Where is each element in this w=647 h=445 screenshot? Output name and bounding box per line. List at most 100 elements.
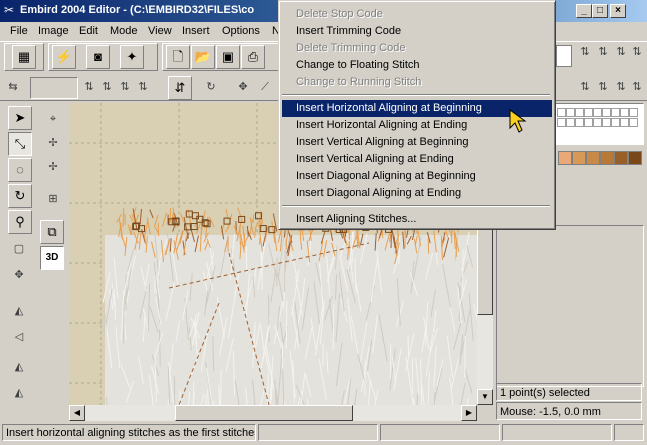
lasso-icon[interactable]: ◌ <box>8 158 32 182</box>
scale-icon[interactable]: ✥ <box>236 80 250 94</box>
menu-separator <box>282 205 550 207</box>
maximize-button[interactable]: □ <box>592 4 608 18</box>
app-icon[interactable]: ✂ <box>4 4 16 16</box>
palette-cell[interactable] <box>620 118 629 127</box>
new-file-icon[interactable]: 🗋 <box>166 45 190 69</box>
select-arrow-icon[interactable]: ➤ <box>8 106 32 130</box>
palette-cell[interactable] <box>611 108 620 117</box>
arrow-icon[interactable]: ⇅ <box>614 45 628 59</box>
palette-cell[interactable] <box>557 108 566 117</box>
palette-cell[interactable] <box>629 118 638 127</box>
toolbar-import: ⚡ ◙ ✦ <box>48 43 158 71</box>
arrow-icon[interactable]: ⇅ <box>630 45 644 59</box>
frame-icon[interactable]: ⧉ <box>40 220 64 244</box>
arrow-icon[interactable]: ⇅ <box>630 80 644 94</box>
nudge-icon[interactable]: ⇅ <box>118 80 132 94</box>
save-icon[interactable]: ▣ <box>216 45 240 69</box>
camera-icon[interactable]: ◙ <box>86 45 110 69</box>
print-icon[interactable]: ⎙ <box>241 45 265 69</box>
palette-cell[interactable] <box>602 108 611 117</box>
palette-cell[interactable] <box>620 108 629 117</box>
menu-image[interactable]: Image <box>38 25 69 37</box>
palette-cell[interactable] <box>593 118 602 127</box>
menu-item-vert-end[interactable]: Insert Vertical Aligning at Ending <box>282 151 552 168</box>
skew-icon[interactable]: ⟋ <box>258 80 272 94</box>
horizontal-scroll-thumb[interactable] <box>175 405 353 421</box>
hoop-icon[interactable]: ▦ <box>12 45 36 69</box>
path-tool-icon[interactable]: ⤡ <box>8 132 32 156</box>
menu-item-diag-end[interactable]: Insert Diagonal Aligning at Ending <box>282 185 552 202</box>
mirror-icon[interactable]: ◭ <box>12 304 26 318</box>
scroll-down-icon[interactable]: ▼ <box>477 389 493 405</box>
properties-pane <box>496 225 644 387</box>
color-swatch[interactable] <box>614 151 628 165</box>
menu-options[interactable]: Options <box>222 25 260 37</box>
nudge-icon[interactable]: ⇆ <box>6 80 20 94</box>
open-folder-icon[interactable]: 📂 <box>191 45 215 69</box>
field-stub[interactable] <box>556 45 572 67</box>
palette-cell[interactable] <box>575 108 584 117</box>
rotate-icon[interactable]: ↻ <box>204 80 218 94</box>
menu-file[interactable]: File <box>10 25 28 37</box>
palette-cell[interactable] <box>584 108 593 117</box>
palette-cell[interactable] <box>566 108 575 117</box>
arrow-icon[interactable]: ⇅ <box>578 80 592 94</box>
crosshair-icon[interactable]: ✢ <box>46 136 60 150</box>
scroll-left-icon[interactable]: ◀ <box>69 405 85 421</box>
arrow-icon[interactable]: ⇅ <box>596 45 610 59</box>
palette-cell[interactable] <box>584 118 593 127</box>
nudge-icon[interactable]: ⇅ <box>100 80 114 94</box>
palette-cell[interactable] <box>575 118 584 127</box>
menu-item-diag-begin[interactable]: Insert Diagonal Aligning at Beginning <box>282 168 552 185</box>
color-swatch[interactable] <box>600 151 614 165</box>
flip-icon[interactable]: ⇵ <box>168 76 192 100</box>
menu-item-change-running[interactable]: Change to Running Stitch <box>282 74 552 91</box>
status-pane <box>258 424 378 441</box>
palette-cell[interactable] <box>602 118 611 127</box>
menu-insert[interactable]: Insert <box>182 25 210 37</box>
rotate-tool-icon[interactable]: ↻ <box>8 184 32 208</box>
menu-view[interactable]: View <box>148 25 172 37</box>
palette-cell[interactable] <box>557 118 566 127</box>
align-icon[interactable]: ⊞ <box>46 192 60 206</box>
color-swatch[interactable] <box>558 151 572 165</box>
move-icon[interactable]: ✥ <box>12 268 26 282</box>
menu-item-change-floating[interactable]: Change to Floating Stitch <box>282 57 552 74</box>
zoom-icon[interactable]: ⚲ <box>8 210 32 234</box>
palette-cell[interactable] <box>611 118 620 127</box>
palette-cell[interactable] <box>593 108 602 117</box>
view-3d-button[interactable]: 3D <box>40 246 64 270</box>
nudge-icon[interactable]: ⇅ <box>136 80 150 94</box>
color-swatch[interactable] <box>628 151 642 165</box>
menu-item-insert-aligning-stitches[interactable]: Insert Aligning Stitches... <box>282 211 552 228</box>
palette-cell[interactable] <box>566 118 575 127</box>
node-icon[interactable]: ◭ <box>12 386 26 400</box>
menu-item-delete-stop-code[interactable]: Delete Stop Code <box>282 6 552 23</box>
menu-item-insert-trimming-code[interactable]: Insert Trimming Code <box>282 23 552 40</box>
mirror-icon[interactable]: ◁ <box>12 330 26 344</box>
close-button[interactable]: × <box>610 4 626 18</box>
palette-cell[interactable] <box>629 108 638 117</box>
horizontal-scrollbar[interactable]: ◀ ▶ <box>69 405 477 421</box>
minimize-button[interactable]: _ <box>576 4 592 18</box>
color-swatch[interactable] <box>572 151 586 165</box>
menu-item-delete-trimming-code[interactable]: Delete Trimming Code <box>282 40 552 57</box>
node-icon[interactable]: ◭ <box>12 360 26 374</box>
arrow-icon[interactable]: ⇅ <box>578 45 592 59</box>
menu-item-vert-begin[interactable]: Insert Vertical Aligning at Beginning <box>282 134 552 151</box>
convert-icon[interactable]: ✦ <box>120 45 144 69</box>
crosshair-icon[interactable]: ⌖ <box>46 112 60 126</box>
vertical-scroll-thumb[interactable] <box>477 223 493 315</box>
wand-icon[interactable]: ⚡ <box>52 45 76 69</box>
menu-edit[interactable]: Edit <box>79 25 98 37</box>
scroll-right-icon[interactable]: ▶ <box>461 405 477 421</box>
arrow-icon[interactable]: ⇅ <box>596 80 610 94</box>
nudge-icon[interactable]: ⇅ <box>82 80 96 94</box>
align-icon[interactable]: ✢ <box>46 160 60 174</box>
arrow-icon[interactable]: ⇅ <box>614 80 628 94</box>
second-toolbox: ⌖ ✢ ✢ ⊞ ⧉ 3D <box>38 104 66 404</box>
copy-icon[interactable]: ▢ <box>12 242 26 256</box>
value-field[interactable] <box>30 77 78 99</box>
color-swatch[interactable] <box>586 151 600 165</box>
menu-mode[interactable]: Mode <box>110 25 138 37</box>
